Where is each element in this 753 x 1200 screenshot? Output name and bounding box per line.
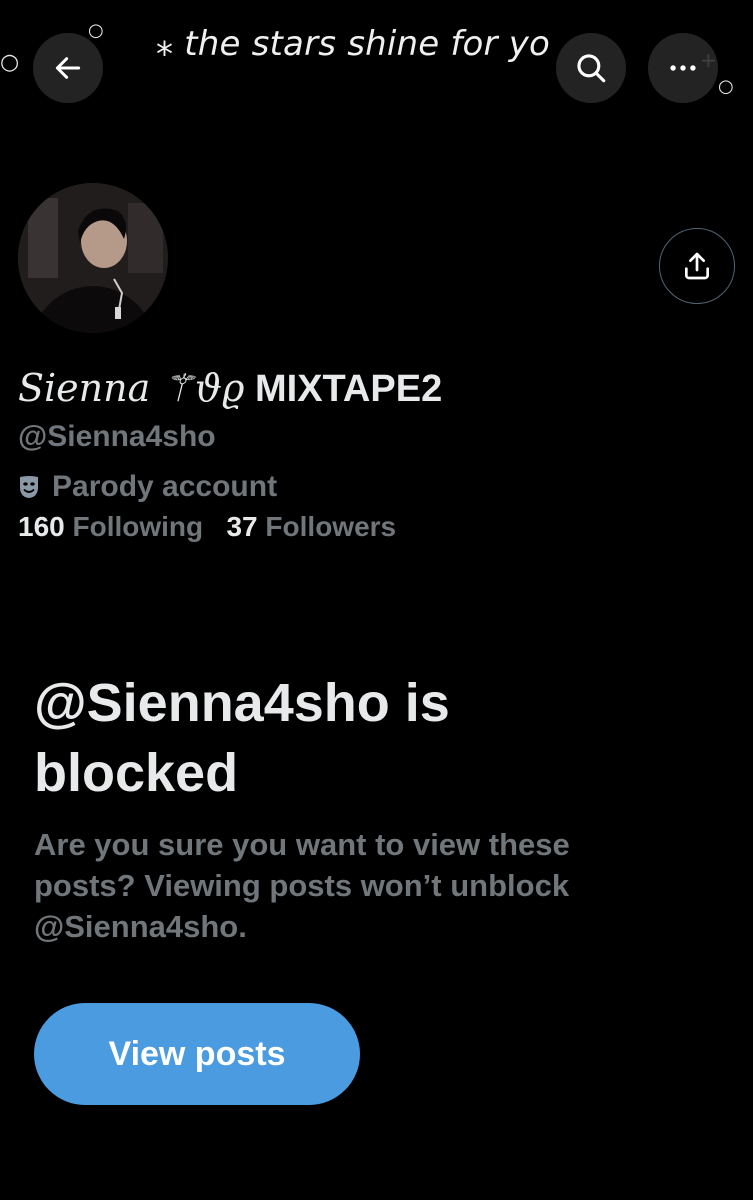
blocked-description: Are you sure you want to view these post… bbox=[34, 827, 570, 944]
view-posts-button[interactable]: View posts bbox=[34, 1003, 360, 1105]
parody-label-text: Parody account bbox=[52, 470, 278, 503]
banner-circle-decoration: ○ bbox=[718, 76, 734, 97]
display-name: Sienna ⚚ϑϱ MIXTAPE2 bbox=[18, 366, 442, 411]
share-icon bbox=[685, 252, 709, 280]
banner-text: ⁎ the stars shine for yo bbox=[156, 24, 551, 64]
followers-link[interactable]: 37 Followers bbox=[226, 511, 396, 542]
theater-mask-icon bbox=[20, 476, 38, 498]
more-button[interactable] bbox=[648, 33, 718, 103]
banner-circle-decoration: ○ bbox=[88, 20, 104, 41]
profile-banner: ○ ○ ○ + ⁎ the stars shine for yo bbox=[0, 0, 753, 150]
display-name-script: Sienna bbox=[18, 366, 151, 410]
follow-stats: 160 Following 37 Followers bbox=[18, 511, 396, 543]
avatar-photo bbox=[18, 183, 168, 333]
following-link[interactable]: 160 Following bbox=[18, 511, 211, 542]
blocked-title: @Sienna4sho is blocked bbox=[34, 673, 450, 803]
arrow-left-icon bbox=[55, 57, 81, 79]
parody-label: Parody account bbox=[18, 470, 277, 504]
followers-count: 37 bbox=[226, 511, 258, 542]
display-name-tail: MIXTAPE2 bbox=[254, 368, 443, 410]
following-label: Following bbox=[72, 511, 204, 542]
display-name-symbols: ⚚ϑϱ bbox=[160, 366, 245, 410]
profile-handle: @Sienna4sho bbox=[18, 420, 216, 453]
avatar[interactable] bbox=[15, 180, 171, 336]
following-count: 160 bbox=[18, 511, 65, 542]
share-button[interactable] bbox=[659, 228, 735, 304]
more-horizontal-icon bbox=[670, 65, 696, 71]
banner-circle-decoration: ○ bbox=[0, 50, 20, 75]
followers-label: Followers bbox=[265, 511, 397, 542]
search-button[interactable] bbox=[556, 33, 626, 103]
search-icon bbox=[577, 54, 606, 83]
back-button[interactable] bbox=[33, 33, 103, 103]
